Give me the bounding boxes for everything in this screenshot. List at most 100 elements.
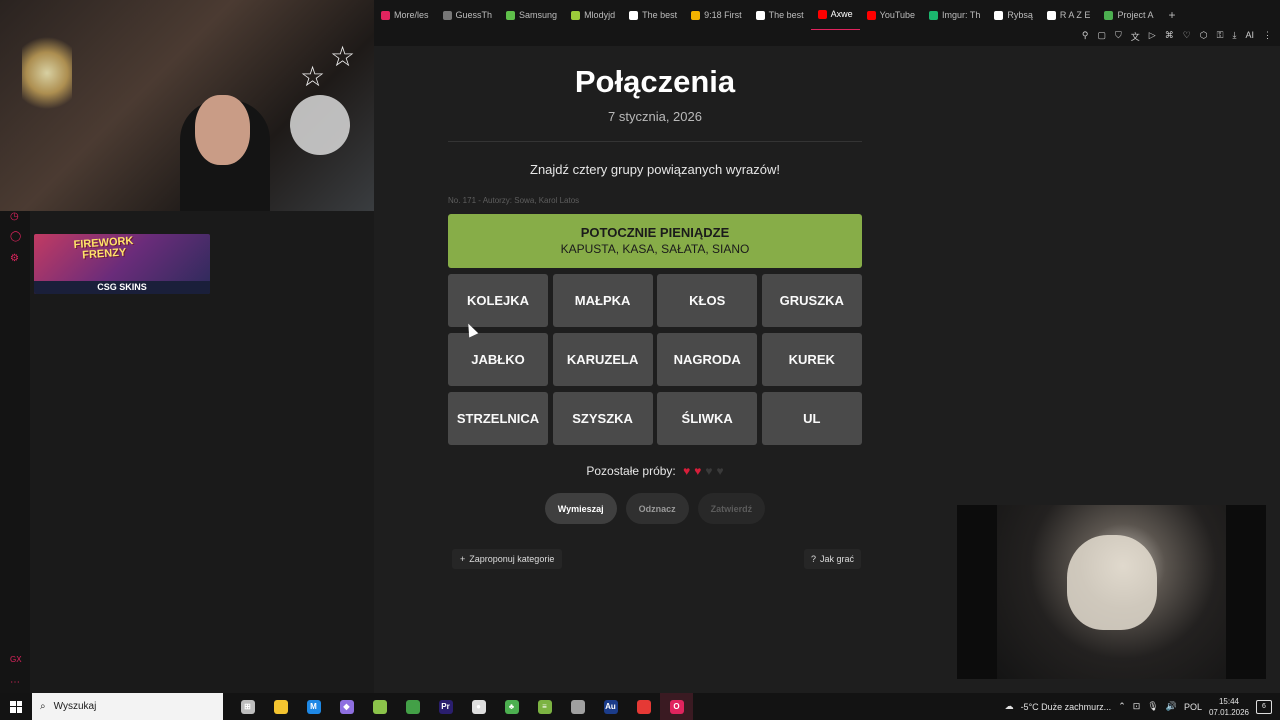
taskbar-app-app-stack[interactable]: ≡ bbox=[528, 693, 561, 720]
more-icon[interactable]: ⋯ bbox=[10, 677, 20, 688]
page-title: Połączenia bbox=[574, 64, 736, 99]
steam-icon: ● bbox=[471, 699, 486, 714]
word-tile[interactable]: NAGRODA bbox=[657, 333, 758, 386]
tab-label: Imgur: Th bbox=[942, 10, 981, 20]
clock[interactable]: 15:44 07.01.2026 bbox=[1209, 696, 1249, 718]
snapshot-icon[interactable]: ▢ bbox=[1097, 30, 1106, 43]
windows-taskbar: ⌕ Wyszukaj ⊞ M ◆ Pr ● ♣ ≡ Au O ☁ -5°C Duże zachm… bbox=[0, 693, 1280, 720]
word-tile[interactable]: SZYSZKA bbox=[552, 392, 653, 445]
instructions: Znajdź cztery grupy powiązanych wyrazów! bbox=[530, 162, 780, 177]
taskbar-app-steam[interactable]: ● bbox=[462, 693, 495, 720]
translate-icon[interactable]: 文 bbox=[1131, 30, 1140, 43]
heart-icon[interactable]: ♡ bbox=[1183, 30, 1191, 43]
ad-banner[interactable]: FIREWORK FRENZY CSG SKINS bbox=[34, 234, 210, 294]
christmas-tree-lights bbox=[22, 28, 72, 118]
chat-icon[interactable]: ◯ bbox=[10, 231, 21, 242]
taskbar-app-app-feather[interactable] bbox=[561, 693, 594, 720]
extensions-icon[interactable]: ⬡ bbox=[1200, 30, 1208, 43]
browser-tab[interactable]: Axwe bbox=[810, 0, 860, 30]
taskbar-app-task-view[interactable]: ⊞ bbox=[231, 693, 264, 720]
word-tile[interactable]: GRUSZKA bbox=[761, 274, 862, 327]
word-tile[interactable]: KUREK bbox=[761, 333, 862, 386]
chevron-up-icon[interactable]: ⌃ bbox=[1118, 701, 1126, 712]
tab-favicon-icon bbox=[381, 10, 390, 20]
word-tile[interactable]: ŚLIWKA bbox=[657, 392, 758, 445]
taskbar-app-app-circle[interactable] bbox=[627, 693, 660, 720]
solved-group-words: KAPUSTA, KASA, SAŁATA, SIANO bbox=[560, 242, 750, 256]
mic-icon[interactable]: 🎙 bbox=[1147, 701, 1158, 712]
clock-icon[interactable]: ◷ bbox=[10, 211, 19, 222]
tab-favicon-icon bbox=[571, 10, 581, 20]
shuffle-button[interactable]: Wymieszaj bbox=[544, 493, 617, 524]
shield-icon[interactable]: ⛉ bbox=[1115, 30, 1122, 43]
taskbar-app-app-sheet[interactable] bbox=[396, 693, 429, 720]
browser-tab[interactable]: Samsung bbox=[499, 0, 564, 30]
app-stack-icon: ≡ bbox=[537, 699, 552, 714]
tab-favicon-icon bbox=[929, 10, 939, 20]
premiere-icon: Pr bbox=[438, 699, 453, 714]
download-icon[interactable]: ⤓ bbox=[1233, 30, 1237, 43]
tab-label: The best bbox=[768, 10, 804, 20]
tab-label: R A Z E bbox=[1059, 10, 1091, 20]
taskbar-app-audition[interactable]: Au bbox=[594, 693, 627, 720]
taskbar-search[interactable]: ⌕ Wyszukaj bbox=[32, 693, 223, 720]
taskbar-app-app-game[interactable] bbox=[363, 693, 396, 720]
bookmark-icon[interactable]: ⌘ bbox=[1165, 30, 1174, 43]
how-to-play-button[interactable]: ? Jak grać bbox=[804, 549, 862, 569]
browser-tab[interactable]: GuessTh bbox=[436, 0, 500, 30]
ai-button[interactable]: AI bbox=[1245, 30, 1254, 43]
notifications-button[interactable]: 6 bbox=[1256, 699, 1272, 714]
start-button[interactable] bbox=[0, 693, 32, 720]
solved-group-name: POTOCZNIE PIENIĄDZE bbox=[580, 225, 730, 240]
app-feather-icon bbox=[570, 699, 585, 714]
volume-icon[interactable]: 🔊 bbox=[1166, 701, 1177, 712]
pin-icon[interactable]: ⚲ bbox=[1082, 30, 1089, 43]
browser-tab[interactable]: 9:18 First bbox=[684, 0, 749, 30]
browser-tab[interactable]: Imgur: Th bbox=[922, 0, 987, 30]
wallet-icon[interactable]: ⚿ bbox=[1217, 30, 1224, 43]
tab-label: Project A bbox=[1117, 10, 1154, 20]
word-tile[interactable]: JABŁKO bbox=[448, 333, 548, 386]
taskbar-app-app-green[interactable]: ♣ bbox=[495, 693, 528, 720]
browser-tab[interactable]: Mlodyjd bbox=[564, 0, 622, 30]
taskbar-app-opera-gx[interactable]: O bbox=[660, 693, 693, 720]
menu-icon[interactable]: ⋮ bbox=[1263, 30, 1272, 43]
settings-icon[interactable]: ⚙ bbox=[10, 253, 19, 264]
weather-icon[interactable]: ☁ bbox=[1005, 701, 1014, 712]
tab-label: Rybsą bbox=[1007, 10, 1033, 20]
browser-tab[interactable]: The best bbox=[749, 0, 811, 30]
puzzle-meta: No. 171 - Autorzy: Sowa, Karol Latos bbox=[448, 196, 580, 205]
taskbar-app-file-explorer[interactable] bbox=[264, 693, 297, 720]
browser-tab[interactable]: More/les bbox=[374, 0, 436, 30]
tab-favicon-icon bbox=[1046, 10, 1056, 20]
tab-favicon-icon bbox=[755, 10, 765, 20]
deselect-button[interactable]: Odznacz bbox=[625, 493, 689, 524]
suggest-category-button[interactable]: + Zaproponuj kategorie bbox=[452, 549, 563, 569]
word-tile[interactable]: KŁOS bbox=[657, 274, 758, 327]
network-icon[interactable]: ⊡ bbox=[1133, 701, 1141, 712]
taskbar-app-premiere[interactable]: Pr bbox=[429, 693, 462, 720]
browser-toolbar: ⚲ ▢ ⛉ 文 ▷ ⌘ ♡ ⬡ ⚿ ⤓ AI ⋮ bbox=[374, 30, 1280, 46]
video-overlay[interactable] bbox=[957, 505, 1266, 679]
word-tile[interactable]: KARUZELA bbox=[552, 333, 653, 386]
weather-text[interactable]: -5°C Duże zachmurz... bbox=[1021, 702, 1112, 712]
word-tile[interactable]: MAŁPKA bbox=[552, 274, 653, 327]
new-tab-button[interactable]: + bbox=[1160, 8, 1183, 22]
solved-group: POTOCZNIE PIENIĄDZE KAPUSTA, KASA, SAŁAT… bbox=[448, 214, 862, 268]
browser-tab-bar: More/les GuessTh Samsung Mlodyjd The best 9:1… bbox=[374, 0, 1280, 30]
word-tile[interactable]: STRZELNICA bbox=[448, 392, 548, 445]
browser-tab[interactable]: Project A bbox=[1097, 0, 1160, 30]
tab-label: Samsung bbox=[519, 10, 558, 20]
word-tile[interactable]: KOLEJKA bbox=[448, 274, 548, 327]
tab-label: The best bbox=[642, 10, 678, 20]
browser-tab[interactable]: Rybsą bbox=[987, 0, 1040, 30]
browser-tab[interactable]: R A Z E bbox=[1040, 0, 1098, 30]
play-icon[interactable]: ▷ bbox=[1149, 30, 1156, 43]
browser-tab[interactable]: YouTube bbox=[860, 0, 922, 30]
taskbar-app-app-m[interactable]: M bbox=[297, 693, 330, 720]
taskbar-app-app-crystal[interactable]: ◆ bbox=[330, 693, 363, 720]
language-indicator[interactable]: POL bbox=[1184, 702, 1202, 712]
word-tile[interactable]: UL bbox=[761, 392, 862, 445]
browser-tab[interactable]: The best bbox=[622, 0, 684, 30]
submit-button[interactable]: Zatwierdź bbox=[697, 493, 766, 524]
